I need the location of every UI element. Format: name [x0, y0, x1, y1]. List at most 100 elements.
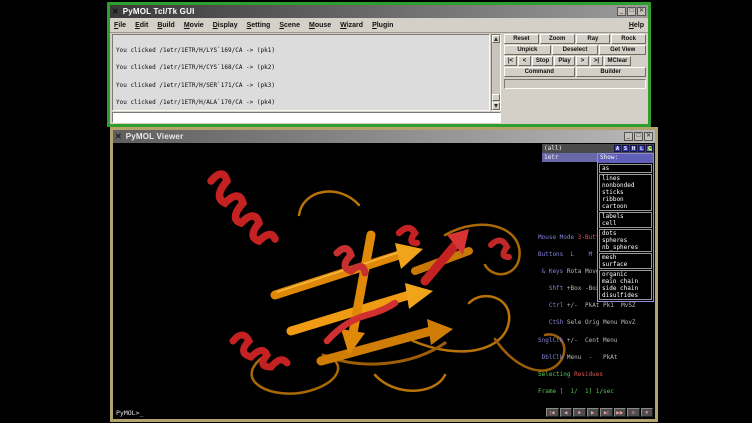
frame-prev-button[interactable]: ◀	[560, 408, 573, 417]
mouse-row-key: CtSh	[538, 319, 563, 326]
selecting-value[interactable]: Residues	[574, 371, 603, 378]
movie-prev-button[interactable]: <	[518, 56, 531, 66]
movie-play-button[interactable]: Play	[554, 56, 575, 66]
maximize-button[interactable]: □	[627, 7, 636, 16]
menu-item-cell[interactable]: cell	[600, 220, 651, 227]
get-view-button[interactable]: Get View	[599, 45, 646, 55]
frame-scene-button[interactable]: S	[627, 408, 640, 417]
label-button[interactable]: L	[638, 145, 645, 152]
menu-item-spheres[interactable]: spheres	[600, 237, 651, 244]
unpick-button[interactable]: Unpick	[504, 45, 551, 55]
movie-first-button[interactable]: |<	[504, 56, 517, 66]
console-scrollbar[interactable]	[491, 34, 501, 111]
reset-button[interactable]: Reset	[504, 34, 539, 44]
menu-item-side-chain[interactable]: side chain	[600, 285, 651, 292]
maximize-button[interactable]: □	[634, 132, 643, 141]
menu-edit[interactable]: Edit	[135, 22, 148, 29]
movie-next-button[interactable]: >	[576, 56, 589, 66]
viewer-titlebar[interactable]: ✕ PyMOL Viewer _ □ ✕	[113, 130, 655, 143]
pymol-prompt[interactable]: PyMOL>_	[116, 409, 143, 417]
frame-last-button[interactable]: ▶▶	[614, 408, 627, 417]
object-label: (all)	[544, 145, 562, 152]
menubar: File Edit Build Movie Display Setting Sc…	[110, 18, 648, 33]
menu-mouse[interactable]: Mouse	[309, 22, 331, 29]
scroll-down-button[interactable]	[492, 102, 500, 110]
command-input[interactable]	[112, 112, 501, 123]
mouse-row-vals: +/- PkAt Pk1 MvSZ	[563, 302, 635, 309]
menu-item-nonbonded[interactable]: nonbonded	[600, 182, 651, 189]
frame-first-button[interactable]: |◀	[546, 408, 559, 417]
menu-item-nb-spheres[interactable]: nb_spheres	[600, 244, 651, 251]
tcltk-window-title: PyMOL Tcl/Tk GUI	[123, 7, 195, 16]
movie-stop-button[interactable]: Stop	[532, 56, 553, 66]
frame-stop-button[interactable]: ■	[573, 408, 586, 417]
menu-setting[interactable]: Setting	[247, 22, 271, 29]
hide-button[interactable]: H	[630, 145, 637, 152]
object-row-all[interactable]: (all) A S H L C	[542, 144, 654, 153]
mouse-row-vals: +/- Cent Menu	[563, 337, 617, 344]
menu-plugin[interactable]: Plugin	[372, 22, 393, 29]
menu-file[interactable]: File	[114, 22, 126, 29]
close-button[interactable]: ✕	[644, 132, 653, 141]
menu-item-main-chain[interactable]: main chain	[600, 278, 651, 285]
frame-next-button[interactable]: ▶|	[600, 408, 613, 417]
scroll-thumb[interactable]	[492, 94, 500, 101]
viewport-3d[interactable]: (all) A S H L C 1etr Show: as lines	[113, 143, 655, 419]
menu-item-as[interactable]: as	[600, 165, 651, 172]
menu-item-sticks[interactable]: sticks	[600, 189, 651, 196]
window-menu-icon[interactable]: ✕	[112, 8, 119, 16]
menu-item-mesh[interactable]: mesh	[600, 254, 651, 261]
mouse-row-key: Shft	[538, 285, 563, 292]
movie-controls: |◀ ◀ ■ ▶ ▶| ▶▶ S ▼	[546, 408, 653, 417]
menu-display[interactable]: Display	[213, 22, 238, 29]
tcltk-gui-window: ✕ PyMOL Tcl/Tk GUI _ □ ✕ File Edit Build…	[107, 2, 651, 127]
viewer-window-title: PyMOL Viewer	[126, 132, 184, 141]
mouse-row-key: & Keys	[538, 268, 563, 275]
rock-button[interactable]: Rock	[611, 34, 646, 44]
minimize-button[interactable]: _	[617, 7, 626, 16]
console-line: You clicked /1etr/1ETR/H/CYS`168/CA -> (…	[116, 65, 489, 71]
window-menu-icon[interactable]: ✕	[115, 133, 122, 141]
menu-item-dots[interactable]: dots	[600, 230, 651, 237]
show-menu: Show: as lines nonbonded sticks ribbon c…	[597, 153, 654, 302]
console-line: You clicked /1etr/1ETR/H/ALA`170/CA -> (…	[116, 100, 489, 106]
frame-menu-button[interactable]: ▼	[641, 408, 654, 417]
menu-movie[interactable]: Movie	[184, 22, 204, 29]
menu-scene[interactable]: Scene	[279, 22, 300, 29]
deselect-button[interactable]: Deselect	[552, 45, 599, 55]
action-button[interactable]: A	[614, 145, 621, 152]
tcltk-titlebar[interactable]: ✕ PyMOL Tcl/Tk GUI _ □ ✕	[110, 5, 648, 18]
frame-play-button[interactable]: ▶	[587, 408, 600, 417]
mouse-mode-label: Mouse Mode	[538, 234, 578, 241]
arrow-up-icon	[494, 37, 498, 41]
menu-wizard[interactable]: Wizard	[340, 22, 363, 29]
console-output[interactable]: You clicked /1etr/1ETR/H/LYS`169/CA -> (…	[112, 34, 490, 111]
menu-item-organic[interactable]: organic	[600, 271, 651, 278]
mouse-row-key: DblClk	[538, 354, 563, 361]
menu-item-labels[interactable]: labels	[600, 213, 651, 220]
menu-item-disulfides[interactable]: disulfides	[600, 292, 651, 299]
arrow-down-icon	[494, 104, 498, 108]
close-button[interactable]: ✕	[637, 7, 646, 16]
color-button[interactable]: C	[646, 145, 653, 152]
console-line: You clicked /1etr/1ETR/H/SER`171/CA -> (…	[116, 83, 489, 89]
menu-build[interactable]: Build	[157, 22, 175, 29]
builder-tab-button[interactable]: Builder	[576, 67, 647, 77]
mouse-row-vals: Sele Orig Menu MovZ	[563, 319, 635, 326]
command-tab-button[interactable]: Command	[504, 67, 575, 77]
ray-button[interactable]: Ray	[576, 34, 611, 44]
menu-help[interactable]: Help	[629, 22, 644, 29]
show-button[interactable]: S	[622, 145, 629, 152]
menu-item-lines[interactable]: lines	[600, 175, 651, 182]
menu-item-surface[interactable]: surface	[600, 261, 651, 268]
scroll-up-button[interactable]	[492, 35, 500, 43]
mclear-button[interactable]: MClear	[604, 56, 631, 66]
movie-last-button[interactable]: >|	[590, 56, 603, 66]
object-label: 1etr	[544, 154, 558, 161]
menu-item-cartoon[interactable]: cartoon	[600, 203, 651, 210]
zoom-button[interactable]: Zoom	[540, 34, 575, 44]
mouse-row-key: Buttons	[538, 251, 563, 258]
menu-item-ribbon[interactable]: ribbon	[600, 196, 651, 203]
minimize-button[interactable]: _	[624, 132, 633, 141]
control-panel: Reset Zoom Ray Rock Unpick Deselect Get …	[502, 33, 648, 125]
